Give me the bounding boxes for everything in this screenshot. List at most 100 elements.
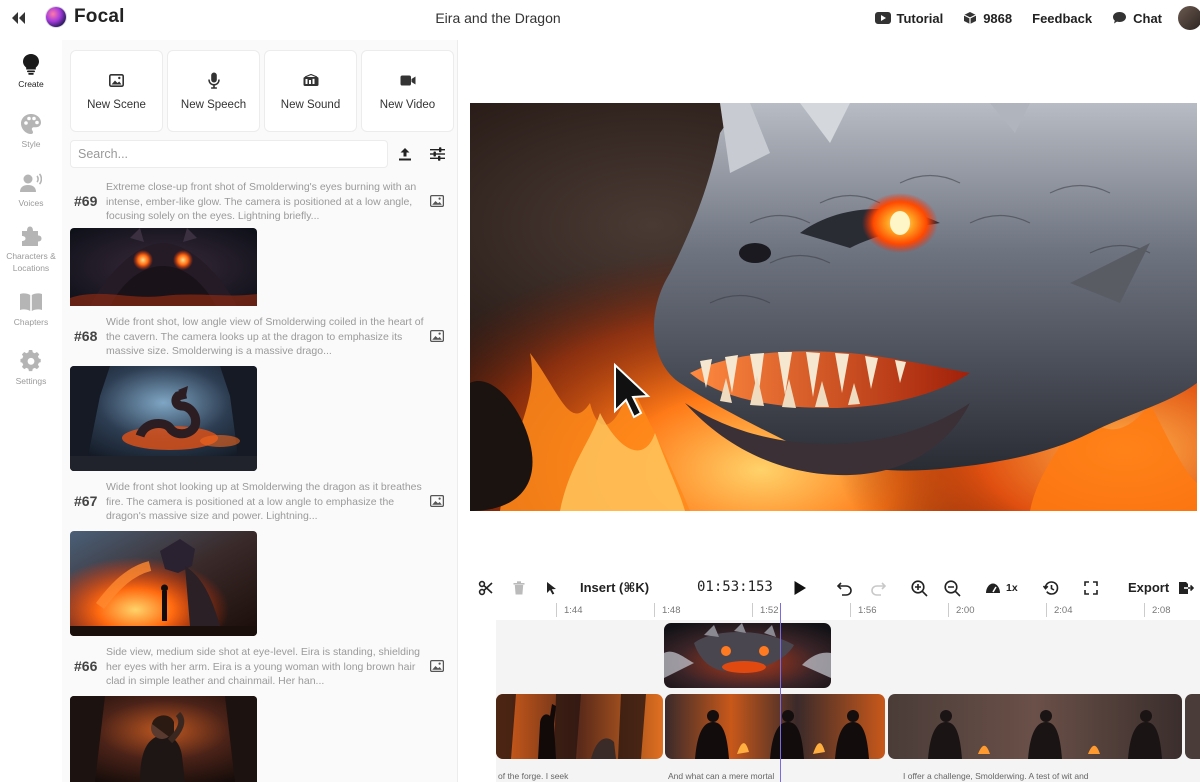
timeline-clip-3[interactable] <box>888 694 1182 759</box>
subtitle-clip[interactable]: of the forge. I seek <box>498 771 568 781</box>
playhead[interactable] <box>780 603 781 782</box>
export-icon-button[interactable] <box>1176 578 1196 598</box>
feedback-button[interactable]: Feedback <box>1032 11 1092 26</box>
rail-label-characters-locations: Characters & Locations <box>6 251 56 275</box>
trash-icon <box>513 581 525 595</box>
scene-thumbnail-68[interactable] <box>70 366 257 471</box>
chat-button[interactable]: Chat <box>1112 11 1162 26</box>
video-preview[interactable] <box>470 103 1197 511</box>
cut-button[interactable] <box>476 578 496 598</box>
timeline-clip-overlay[interactable] <box>664 623 831 688</box>
palette-icon <box>19 112 43 136</box>
ruler-tick <box>556 603 557 617</box>
export-icon <box>1179 582 1194 594</box>
timecode: 01:53:153 <box>697 579 773 595</box>
ruler-tick <box>752 603 753 617</box>
timeline-clip-1[interactable] <box>496 694 663 759</box>
fullscreen-button[interactable] <box>1081 578 1101 598</box>
subtitle-clip[interactable]: I offer a challenge, Smolderwing. A test… <box>903 771 1089 781</box>
filter-settings-button[interactable] <box>423 140 451 168</box>
rail-item-chapters[interactable]: Chapters <box>0 290 62 329</box>
rail-label-chapters: Chapters <box>13 317 49 327</box>
scene-number: #66 <box>74 658 98 674</box>
undo-button[interactable] <box>835 578 855 598</box>
scene-thumbnail-66[interactable] <box>70 696 257 782</box>
new-video-button[interactable]: New Video <box>361 50 454 132</box>
scene-image-icon[interactable] <box>429 194 445 212</box>
rail-label-settings: Settings <box>15 376 47 386</box>
scene-row-69[interactable]: #69 Extreme close-up front shot of Smold… <box>62 180 458 232</box>
zoom-out-button[interactable] <box>942 578 962 598</box>
ruler-tick <box>948 603 949 617</box>
playback-speed-button[interactable] <box>983 578 1003 598</box>
scene-number: #68 <box>74 328 98 344</box>
new-scene-label: New Scene <box>87 99 146 111</box>
history-icon <box>1043 581 1059 595</box>
youtube-icon <box>874 12 891 24</box>
scene-image-icon[interactable] <box>429 659 445 677</box>
subtitle-clip[interactable]: And what can a mere mortal <box>668 771 774 781</box>
timeline-clip-2[interactable] <box>665 694 885 759</box>
book-icon <box>19 290 43 314</box>
scene-number: #67 <box>74 493 98 509</box>
ruler-tick <box>850 603 851 617</box>
ruler-tick <box>1046 603 1047 617</box>
speed-value[interactable]: 1x <box>1006 582 1018 594</box>
ruler-label: 1:52 <box>760 605 779 616</box>
delete-button[interactable] <box>509 578 529 598</box>
project-title[interactable]: Eira and the Dragon <box>0 10 996 26</box>
play-icon <box>794 581 806 595</box>
upload-button[interactable] <box>391 140 419 168</box>
rail-item-voices[interactable]: Voices <box>0 171 62 210</box>
scene-row-66[interactable]: #66 Side view, medium side shot at eye-l… <box>62 645 458 697</box>
user-avatar[interactable] <box>1178 6 1200 30</box>
microphone-icon <box>207 71 220 89</box>
export-button[interactable]: Export <box>1128 580 1169 595</box>
scene-number: #69 <box>74 193 98 209</box>
sliders-icon <box>429 147 445 161</box>
redo-button[interactable] <box>868 578 888 598</box>
ruler-tick <box>1144 603 1145 617</box>
scene-row-67[interactable]: #67 Wide front shot looking up at Smolde… <box>62 480 458 532</box>
search-input[interactable] <box>71 141 387 167</box>
redo-icon <box>871 582 886 596</box>
rail-item-characters-locations[interactable]: Characters & Locations <box>0 224 62 275</box>
upload-icon <box>399 148 411 161</box>
new-scene-button[interactable]: New Scene <box>70 50 163 132</box>
ruler-label: 2:08 <box>1152 605 1171 616</box>
tutorial-button[interactable]: Tutorial <box>874 11 943 26</box>
scissors-icon <box>478 580 493 596</box>
scene-row-68[interactable]: #68 Wide front shot, low angle view of S… <box>62 315 458 367</box>
new-speech-label: New Speech <box>180 99 247 111</box>
timeline-ruler[interactable]: 1:44 1:48 1:52 1:56 2:00 2:04 2:08 <box>496 603 1200 619</box>
zoom-in-button[interactable] <box>909 578 929 598</box>
feedback-label: Feedback <box>1032 10 1093 26</box>
select-tool-button[interactable] <box>542 578 562 598</box>
scene-description: Extreme close-up front shot of Smolderwi… <box>106 181 417 222</box>
puzzle-icon <box>19 224 43 248</box>
sound-icon <box>303 71 319 89</box>
insert-button[interactable]: Insert (⌘K) <box>580 580 649 596</box>
rail-item-style[interactable]: Style <box>0 112 62 151</box>
credits-counter[interactable]: 9868 <box>963 11 1012 26</box>
new-sound-button[interactable]: New Sound <box>264 50 357 132</box>
rail-label-characters: Characters & <box>6 251 56 261</box>
rail-item-create[interactable]: Create <box>0 52 62 91</box>
pointer-icon <box>547 582 556 595</box>
cube-icon <box>963 12 977 24</box>
scene-image-icon[interactable] <box>429 494 445 512</box>
history-button[interactable] <box>1041 578 1061 598</box>
new-speech-button[interactable]: New Speech <box>167 50 260 132</box>
video-camera-icon <box>400 71 416 89</box>
create-panel: New Scene New Speech New Sound New Video… <box>62 40 458 782</box>
credits-value: 9868 <box>983 10 1013 26</box>
rail-item-settings[interactable]: Settings <box>0 349 62 388</box>
scene-thumbnail-67[interactable] <box>70 531 257 636</box>
ruler-label: 2:00 <box>956 605 975 616</box>
timeline-clip-4[interactable] <box>1185 694 1200 759</box>
ruler-label: 1:56 <box>858 605 877 616</box>
chat-bubble-icon <box>1113 12 1127 24</box>
play-button[interactable] <box>790 578 810 598</box>
ruler-label: 1:48 <box>662 605 681 616</box>
scene-image-icon[interactable] <box>429 329 445 347</box>
